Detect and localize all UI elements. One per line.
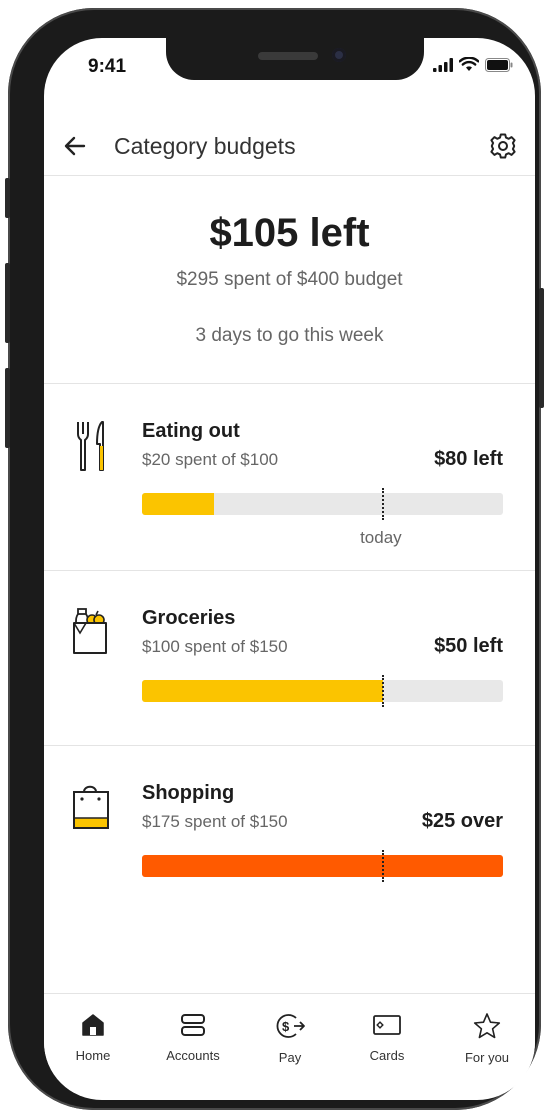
nav-item-pay[interactable]: $ Pay <box>250 1012 330 1065</box>
status-time: 9:41 <box>88 56 127 77</box>
today-marker <box>382 675 385 707</box>
category-name: Groceries <box>142 607 236 629</box>
grocery-bag-icon <box>73 608 107 654</box>
battery-icon <box>485 57 513 72</box>
notch <box>166 38 424 80</box>
category-spent: $100 spent of $150 <box>142 637 288 656</box>
category-remaining: $50 left <box>434 635 503 657</box>
amount-left: $105 left <box>209 211 370 255</box>
today-marker <box>382 488 385 520</box>
budget-progress-bar <box>142 855 503 877</box>
speaker <box>258 52 318 60</box>
category-eating-out[interactable]: Eating out $20 spent of $100 $80 left to… <box>44 384 535 571</box>
screen: 9:41 Category budgets $105 left $295 spe… <box>44 38 535 1100</box>
nav-label: For you <box>464 1050 510 1065</box>
svg-text:$: $ <box>282 1019 290 1034</box>
arrow-left-icon[interactable] <box>62 133 88 159</box>
fork-knife-icon <box>77 421 104 471</box>
signal-icon <box>433 57 453 72</box>
mute-switch <box>5 178 10 218</box>
budget-progress-fill <box>142 855 503 877</box>
nav-item-cards[interactable]: Cards <box>347 1012 427 1063</box>
wifi-icon <box>459 57 479 71</box>
accounts-icon <box>181 1014 205 1036</box>
nav-label: Accounts <box>166 1048 220 1063</box>
volume-down-button <box>5 368 10 448</box>
category-spent: $175 spent of $150 <box>142 812 288 831</box>
home-icon <box>82 1014 104 1036</box>
nav-item-home[interactable]: Home <box>53 1012 133 1063</box>
star-icon <box>473 1013 501 1039</box>
gear-icon[interactable] <box>489 132 517 160</box>
nav-item-accounts[interactable]: Accounts <box>153 1012 233 1063</box>
category-spent: $20 spent of $100 <box>142 450 279 469</box>
nav-label: Pay <box>278 1050 302 1065</box>
app-bar: Category budgets <box>44 118 535 176</box>
front-camera <box>332 48 346 62</box>
card-icon <box>373 1015 401 1035</box>
status-icons <box>433 57 513 72</box>
category-name: Shopping <box>142 782 235 804</box>
pay-icon: $ <box>276 1014 305 1038</box>
category-remaining: $25 over <box>421 810 503 832</box>
today-label: today <box>360 528 402 547</box>
spent-summary: $295 spent of $400 budget <box>176 269 403 290</box>
shopping-bag-icon <box>73 785 109 829</box>
bottom-nav: Home Accounts $ Pay Cards For you <box>44 993 535 1093</box>
power-button <box>539 288 544 408</box>
category-remaining: $80 left <box>434 448 503 470</box>
category-shopping[interactable]: Shopping $175 spent of $150 $25 over <box>44 746 535 926</box>
nav-item-for-you[interactable]: For you <box>447 1012 527 1065</box>
volume-up-button <box>5 263 10 343</box>
budget-summary: $105 left $295 spent of $400 budget 3 da… <box>44 176 535 384</box>
budget-progress-fill <box>142 493 215 515</box>
today-marker <box>382 850 385 882</box>
nav-label: Cards <box>369 1048 405 1063</box>
days-remaining: 3 days to go this week <box>195 325 384 346</box>
page-title: Category budgets <box>114 133 296 159</box>
budget-progress-fill <box>142 680 383 702</box>
category-groceries[interactable]: Groceries $100 spent of $150 $50 left <box>44 571 535 746</box>
category-name: Eating out <box>142 420 240 442</box>
budget-progress-bar <box>142 680 503 702</box>
nav-label: Home <box>75 1048 111 1063</box>
phone-frame: 9:41 Category budgets $105 left $295 spe… <box>5 8 544 1110</box>
budget-progress-bar <box>142 493 503 515</box>
